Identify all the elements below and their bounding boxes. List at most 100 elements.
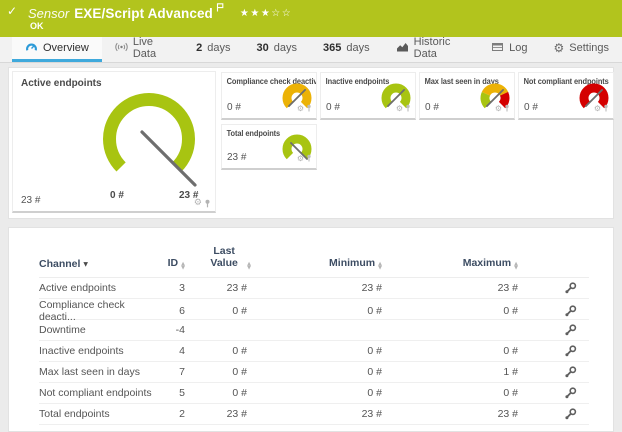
cell-minimum: 0 #: [251, 305, 386, 317]
gauge-value: 0 #: [524, 102, 538, 113]
cell-minimum: 23 #: [251, 408, 386, 420]
th-last-value[interactable]: Last Value▲▼: [189, 245, 251, 270]
channel-settings-icon[interactable]: [522, 366, 589, 379]
cell-channel: Total endpoints: [39, 408, 161, 420]
gauge-arc: [110, 99, 189, 166]
cell-maximum: 23 #: [386, 408, 522, 420]
cell-id: 6: [161, 305, 189, 317]
priority-stars[interactable]: ★★★☆☆: [240, 8, 292, 19]
th-maximum[interactable]: Maximum▲▼: [386, 257, 522, 270]
th-id[interactable]: ID▲▼: [161, 257, 189, 270]
cell-channel: Downtime: [39, 324, 161, 336]
cell-id: 5: [161, 387, 189, 399]
pin-icon[interactable]: [405, 103, 411, 115]
cell-maximum: 0 #: [386, 305, 522, 317]
sort-arrows-icon: ▲▼: [378, 262, 382, 270]
cell-last-value: 0 #: [189, 345, 251, 357]
gear-icon[interactable]: ⚙: [297, 155, 304, 163]
table-row: Compliance check deacti... 6 0 # 0 # 0 #: [39, 299, 589, 320]
tab-log[interactable]: Log: [478, 37, 540, 62]
cell-last-value: 23 #: [189, 408, 251, 420]
cell-maximum: 0 #: [386, 387, 522, 399]
gear-icon[interactable]: ⚙: [594, 105, 601, 113]
cell-last-value: 23 #: [189, 282, 251, 294]
gear-icon[interactable]: ⚙: [495, 105, 502, 113]
cell-channel: Not compliant endpoints: [39, 387, 161, 399]
gauge-tile-max-last-seen: Max last seen in days 0 # ⚙: [419, 72, 515, 120]
bar-chart-icon: [396, 41, 409, 56]
table-row: Active endpoints 3 23 # 23 # 23 #: [39, 278, 589, 299]
tab-historic-data[interactable]: Historic Data: [383, 37, 478, 62]
gauge-icon: [25, 41, 38, 56]
table-header-row: Channel▼ ID▲▼ Last Value▲▼ Minimum▲▼ Max…: [39, 238, 589, 278]
pin-icon[interactable]: [204, 199, 211, 208]
sort-caret-icon: ▼: [83, 261, 88, 268]
cell-maximum: 23 #: [386, 282, 522, 294]
cell-channel: Max last seen in days: [39, 366, 161, 378]
tab-live-data[interactable]: Live Data: [102, 37, 183, 62]
sort-arrows-icon: ▲▼: [514, 262, 518, 270]
cell-maximum: 0 #: [386, 345, 522, 357]
gear-icon[interactable]: ⚙: [297, 105, 304, 113]
gauge-value: 0 #: [425, 102, 439, 113]
gauge-scale-min: 0 #: [110, 190, 124, 201]
cell-minimum: 0 #: [251, 387, 386, 399]
cell-channel: Active endpoints: [39, 282, 161, 294]
pin-icon[interactable]: [504, 103, 510, 115]
cell-last-value: 0 #: [189, 387, 251, 399]
th-minimum[interactable]: Minimum▲▼: [251, 257, 386, 270]
log-list-icon: [491, 41, 504, 56]
tab-settings[interactable]: ⚙ Settings: [540, 37, 622, 62]
status-check-icon: ✓: [7, 4, 17, 18]
th-channel[interactable]: Channel▼: [39, 258, 161, 270]
active-endpoints-gauge: [13, 80, 216, 202]
gauge-value: 23 #: [21, 195, 40, 206]
cell-channel: Inactive endpoints: [39, 345, 161, 357]
pin-icon[interactable]: [306, 103, 312, 115]
sensor-title: EXE/Script Advanced: [74, 6, 213, 21]
gear-icon[interactable]: ⚙: [396, 105, 403, 113]
gear-icon: ⚙: [553, 42, 564, 54]
sensor-header-bar: ✓ Sensor EXE/Script Advanced ★★★☆☆ OK: [0, 0, 622, 37]
pin-icon[interactable]: [603, 103, 609, 115]
cell-id: 2: [161, 408, 189, 420]
channel-settings-icon[interactable]: [522, 345, 589, 358]
status-text: OK: [30, 21, 44, 31]
gauge-tile-compliance-check: Compliance check deactivated 0 # ⚙: [221, 72, 317, 120]
tab-bar: Overview Live Data 2 days 30 days 365 da…: [0, 37, 622, 63]
cell-maximum: 1 #: [386, 366, 522, 378]
panel-gap: [8, 219, 614, 227]
gauge-tile-not-compliant: Not compliant endpoints 0 # ⚙: [518, 72, 614, 120]
table-row: Inactive endpoints 4 0 # 0 # 0 #: [39, 341, 589, 362]
tab-30-days[interactable]: 30 days: [244, 37, 311, 62]
cell-id: 4: [161, 345, 189, 357]
cell-last-value: 0 #: [189, 366, 251, 378]
cell-last-value: 0 #: [189, 305, 251, 317]
cell-minimum: 0 #: [251, 345, 386, 357]
channel-settings-icon[interactable]: [522, 282, 589, 295]
gauge-arc-green: [485, 94, 488, 105]
tab-overview[interactable]: Overview: [12, 37, 102, 62]
cell-id: -4: [161, 324, 189, 336]
gear-icon[interactable]: ⚙: [194, 199, 202, 208]
table-row: Total endpoints 2 23 # 23 # 23 #: [39, 404, 589, 425]
table-row: Not compliant endpoints 5 0 # 0 # 0 #: [39, 383, 589, 404]
gauge-tile-inactive-endpoints: Inactive endpoints 0 # ⚙: [320, 72, 416, 120]
channel-settings-icon[interactable]: [522, 408, 589, 421]
pin-icon[interactable]: [306, 153, 312, 165]
sensor-kind-label: Sensor: [28, 6, 69, 21]
channel-table-panel: Channel▼ ID▲▼ Last Value▲▼ Minimum▲▼ Max…: [8, 227, 614, 432]
channel-settings-icon[interactable]: [522, 305, 589, 318]
tab-365-days[interactable]: 365 days: [310, 37, 383, 62]
cell-id: 3: [161, 282, 189, 294]
tab-2-days[interactable]: 2 days: [183, 37, 243, 62]
sort-arrows-icon: ▲▼: [181, 262, 185, 270]
gauge-tile-active-endpoints: Active endpoints 0 # 23 # 23 # ⚙: [12, 71, 216, 213]
gauge-tile-total-endpoints: Total endpoints 23 # ⚙: [221, 124, 317, 170]
channel-settings-icon[interactable]: [522, 387, 589, 400]
cell-minimum: 0 #: [251, 366, 386, 378]
table-row: Max last seen in days 7 0 # 0 # 1 #: [39, 362, 589, 383]
cell-minimum: 23 #: [251, 282, 386, 294]
flag-icon: [216, 3, 224, 15]
channel-settings-icon[interactable]: [522, 324, 589, 337]
